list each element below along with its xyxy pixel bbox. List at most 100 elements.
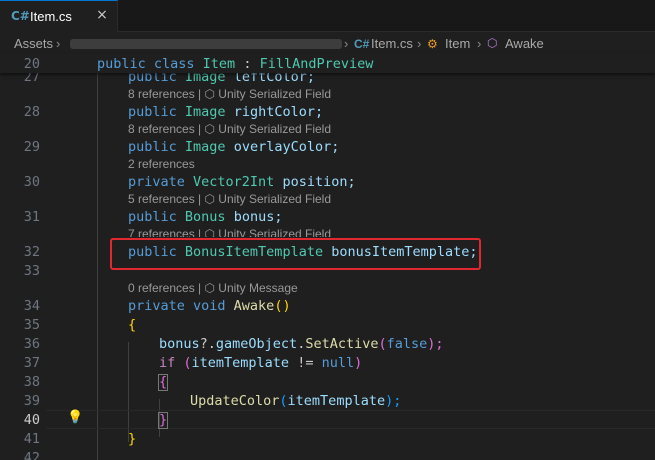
line-number: 42: [23, 450, 40, 460]
punctuation: (: [183, 355, 192, 371]
keyword: private: [128, 298, 194, 314]
sticky-scroll-header[interactable]: 20 public class Item : FillAndPreview: [0, 54, 655, 73]
code-text: UpdateColor(itemTemplate);: [190, 393, 401, 409]
codelens[interactable]: 5 references | ⬡ Unity Serialized Field: [128, 192, 331, 208]
line-number: 41: [23, 431, 40, 447]
csharp-file-icon: C#: [11, 9, 30, 23]
tab-item-cs[interactable]: C# Item.cs ×: [0, 0, 118, 32]
operator: !=: [297, 355, 322, 371]
type-name: Image: [184, 104, 234, 120]
keyword: if: [159, 355, 184, 371]
code-text: bonus?.gameObject.SetActive(false);: [159, 336, 444, 352]
punctuation: (: [378, 336, 387, 352]
type-name: Vector2Int: [193, 174, 283, 190]
method-name: UpdateColor: [190, 393, 280, 409]
breadcrumb-root[interactable]: Assets: [14, 36, 53, 51]
line-number: 33: [23, 263, 40, 279]
identifier: gameObject: [215, 336, 298, 352]
line-number: 37: [23, 355, 40, 371]
code-line[interactable]: 38 {: [0, 372, 655, 391]
punctuation: (): [274, 298, 291, 314]
breadcrumb-class[interactable]: Item: [445, 36, 470, 51]
code-line[interactable]: 34 private void Awake(): [0, 296, 655, 315]
codelens[interactable]: 8 references | ⬡ Unity Serialized Field: [128, 122, 331, 138]
identifier: position;: [282, 174, 356, 190]
keyword: public: [128, 104, 185, 120]
code-text: private Vector2Int position;: [128, 174, 356, 190]
bracket-match-box: [158, 374, 168, 391]
line-number: 34: [23, 298, 40, 314]
type-name: Bonus: [184, 209, 234, 225]
line-number: 31: [23, 209, 40, 225]
punctuation: (: [279, 393, 288, 409]
line-number: 36: [23, 336, 40, 352]
keyword: public: [128, 139, 185, 155]
line-number: 39: [23, 393, 40, 409]
breadcrumb-method[interactable]: Awake: [505, 36, 544, 51]
code-line[interactable]: 39 UpdateColor(itemTemplate);: [0, 391, 655, 410]
line-number: 38: [23, 374, 40, 390]
breadcrumb-file[interactable]: Item.cs: [371, 36, 413, 51]
codelens[interactable]: 7 references | ⬡ Unity Serialized Field: [128, 227, 331, 237]
method-name: SetActive: [305, 336, 379, 352]
keyword: void: [193, 298, 234, 314]
breadcrumb-separator: ›: [56, 36, 61, 51]
code-editor[interactable]: 20 public class Item : FillAndPreview 27…: [0, 54, 655, 460]
code-line-active[interactable]: 40 }: [0, 410, 655, 429]
keyword: null: [321, 355, 355, 371]
punctuation: );: [385, 393, 402, 409]
line-number: 35: [23, 317, 40, 333]
punctuation: ): [354, 355, 363, 371]
line-number: 40: [23, 412, 40, 428]
code-text: public Image rightColor;: [128, 104, 323, 120]
class-icon: ⚙: [427, 37, 438, 51]
code-text: private void Awake(): [128, 298, 291, 314]
keyword: public: [128, 209, 185, 225]
type-name: Image: [184, 139, 234, 155]
code-line[interactable]: 31 public Bonus bonus;: [0, 207, 655, 226]
identifier: bonus;: [233, 209, 283, 225]
code-line[interactable]: 30 private Vector2Int position;: [0, 172, 655, 191]
keyword: private: [128, 174, 194, 190]
code-line[interactable]: 36 bonus?.gameObject.SetActive(false);: [0, 334, 655, 353]
code-line[interactable]: 35 {: [0, 315, 655, 334]
brace: }: [128, 431, 137, 447]
brace: {: [128, 317, 137, 333]
tab-label: Item.cs: [30, 9, 72, 24]
lightbulb-icon[interactable]: 💡: [67, 410, 83, 426]
csharp-file-icon: C#: [354, 37, 370, 51]
blurred-path: [70, 39, 342, 49]
bracket-match-box: [158, 412, 168, 429]
method-name: Awake: [233, 298, 275, 314]
identifier: overlayColor;: [233, 139, 340, 155]
breadcrumb-separator: ›: [477, 36, 482, 51]
codelens[interactable]: 8 references | ⬡ Unity Serialized Field: [128, 87, 331, 103]
code-line[interactable]: 42: [0, 448, 655, 460]
code-text: public Bonus bonus;: [128, 209, 282, 225]
codelens[interactable]: 0 references | ⬡ Unity Message: [128, 281, 298, 297]
punctuation: );: [427, 336, 444, 352]
method-icon: ⬡: [487, 36, 498, 50]
red-highlight-box: [110, 238, 481, 270]
line-number: 30: [23, 174, 40, 190]
line-number: 32: [23, 244, 40, 260]
code-text: if (itemTemplate != null): [159, 355, 362, 371]
identifier: itemTemplate: [287, 393, 386, 409]
punctuation: ?.: [199, 336, 216, 352]
line-number: 20: [23, 56, 40, 72]
line-number: 29: [23, 139, 40, 155]
breadcrumb-separator: ›: [417, 36, 422, 51]
code-line[interactable]: 41 }: [0, 429, 655, 448]
codelens[interactable]: 2 references: [128, 157, 195, 173]
keyword: false: [386, 336, 428, 352]
breadcrumb-separator: ›: [344, 36, 349, 51]
close-icon[interactable]: ×: [94, 7, 110, 25]
code-line[interactable]: 37 if (itemTemplate != null): [0, 353, 655, 372]
code-line[interactable]: 28 public Image rightColor;: [0, 102, 655, 121]
identifier: rightColor;: [233, 104, 324, 120]
code-line[interactable]: 29 public Image overlayColor;: [0, 137, 655, 156]
tab-bar: C# Item.cs ×: [0, 0, 655, 32]
identifier: itemTemplate: [191, 355, 298, 371]
sticky-code: public class Item : FillAndPreview: [97, 56, 374, 72]
identifier: bonus: [159, 336, 200, 352]
